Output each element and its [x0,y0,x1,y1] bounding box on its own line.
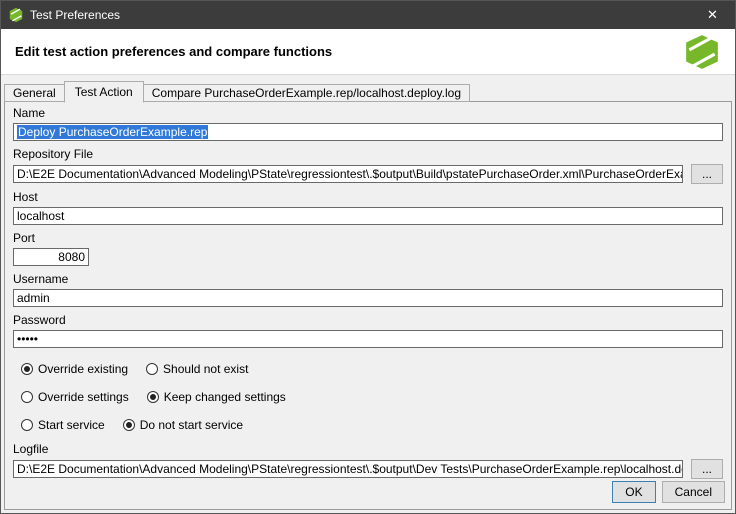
e2e-logo-icon [683,33,721,71]
port-label: Port [13,231,723,245]
radio-do-not-start-service-circle[interactable] [123,419,135,431]
exist-radio-group: Override existing Should not exist [21,362,723,376]
name-label: Name [13,106,723,120]
username-label: Username [13,272,723,286]
logfile-label: Logfile [13,442,723,456]
dialog-header: Edit test action preferences and compare… [1,29,735,75]
port-input[interactable]: 8080 [13,248,89,266]
radio-override-settings-circle[interactable] [21,391,33,403]
dialog-button-bar: OK Cancel [612,481,725,503]
name-input-selected-text: Deploy PurchaseOrderExample.rep [17,125,208,139]
radio-should-not-exist[interactable]: Should not exist [146,362,248,376]
tab-compare[interactable]: Compare PurchaseOrderExample.rep/localho… [143,84,470,102]
app-icon [8,7,24,23]
repository-file-input[interactable]: D:\E2E Documentation\Advanced Modeling\P… [13,165,683,183]
radio-keep-changed-settings[interactable]: Keep changed settings [147,390,286,404]
username-input[interactable]: admin [13,289,723,307]
host-input[interactable]: localhost [13,207,723,225]
tab-test-action[interactable]: Test Action [64,81,144,103]
password-input[interactable]: ••••• [13,330,723,348]
radio-should-not-exist-circle[interactable] [146,363,158,375]
cancel-button[interactable]: Cancel [662,481,725,503]
window-title: Test Preferences [30,8,120,22]
radio-start-service-circle[interactable] [21,419,33,431]
dialog-description: Edit test action preferences and compare… [15,44,332,59]
logfile-browse-button[interactable]: ... [691,459,723,479]
test-preferences-dialog: Test Preferences ✕ Edit test action pref… [0,0,736,514]
password-label: Password [13,313,723,327]
close-icon[interactable]: ✕ [690,1,735,29]
test-action-panel: Name Deploy PurchaseOrderExample.rep Rep… [4,101,732,510]
name-input[interactable]: Deploy PurchaseOrderExample.rep [13,123,723,141]
radio-override-existing-circle[interactable] [21,363,33,375]
radio-do-not-start-service[interactable]: Do not start service [123,418,243,432]
settings-radio-group: Override settings Keep changed settings [21,390,723,404]
radio-start-service[interactable]: Start service [21,418,105,432]
radio-override-settings[interactable]: Override settings [21,390,129,404]
tab-bar: General Test Action Compare PurchaseOrde… [4,80,469,102]
repository-file-label: Repository File [13,147,723,161]
radio-override-existing[interactable]: Override existing [21,362,128,376]
radio-keep-changed-settings-circle[interactable] [147,391,159,403]
tab-general[interactable]: General [4,84,65,102]
service-radio-group: Start service Do not start service [21,418,723,432]
title-bar: Test Preferences ✕ [1,1,735,29]
repository-file-browse-button[interactable]: ... [691,164,723,184]
host-label: Host [13,190,723,204]
logfile-input[interactable]: D:\E2E Documentation\Advanced Modeling\P… [13,460,683,478]
ok-button[interactable]: OK [612,481,655,503]
